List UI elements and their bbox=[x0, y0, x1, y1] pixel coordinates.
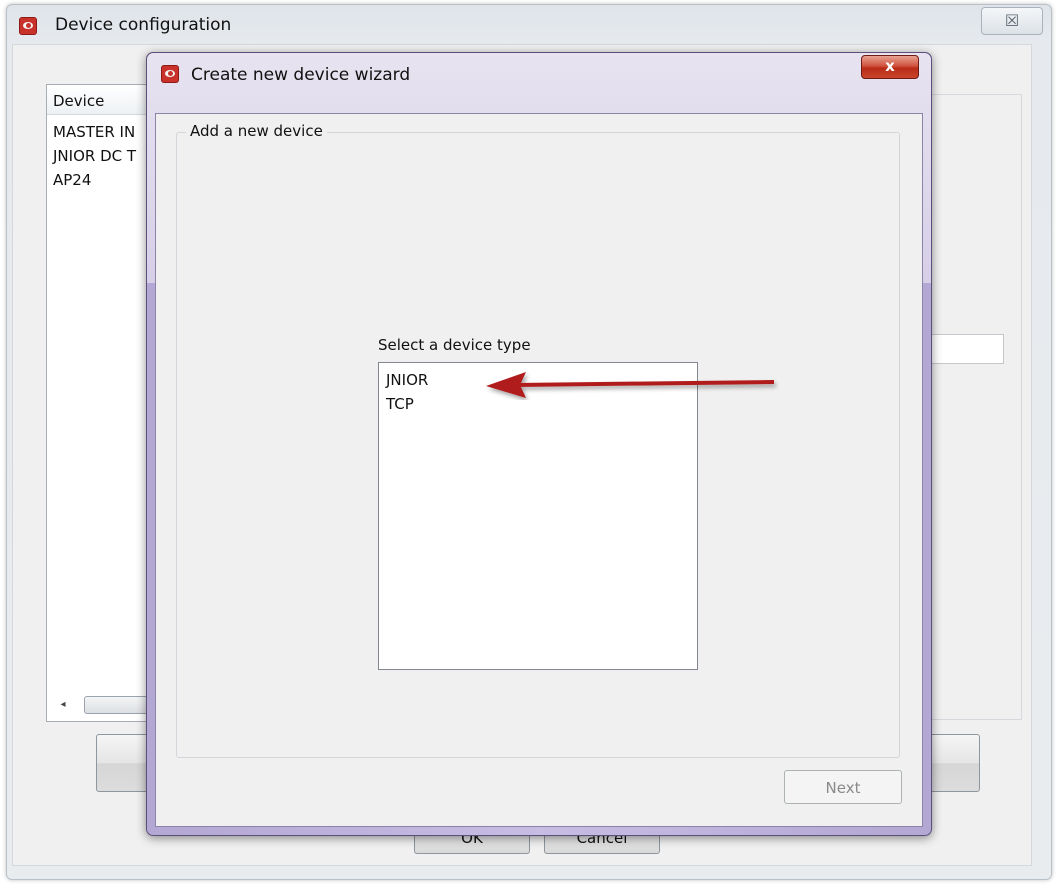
device-type-label: Select a device type bbox=[378, 336, 531, 354]
wizard-client-area: Add a new device Select a device type JN… bbox=[155, 113, 923, 827]
device-row[interactable]: AP24 bbox=[53, 171, 91, 189]
outer-titlebar: Device configuration ☒ bbox=[7, 5, 1051, 45]
outer-window-title: Device configuration bbox=[55, 15, 232, 35]
device-type-item-jnior[interactable]: JNIOR bbox=[386, 371, 428, 389]
wizard-title: Create new device wizard bbox=[191, 65, 411, 85]
horizontal-scroll-thumb[interactable] bbox=[84, 696, 154, 714]
device-type-item-tcp[interactable]: TCP bbox=[386, 395, 414, 413]
outer-close-button[interactable]: ☒ bbox=[981, 7, 1043, 35]
device-column-header[interactable]: Device bbox=[53, 92, 104, 110]
next-button[interactable]: Next bbox=[784, 770, 902, 804]
details-panel bbox=[920, 94, 1022, 720]
app-logo-icon bbox=[19, 17, 37, 35]
device-row[interactable]: JNIOR DC T bbox=[53, 147, 136, 165]
wizard-close-button[interactable]: x bbox=[861, 55, 919, 79]
scroll-left-arrow-icon[interactable]: ◂ bbox=[52, 696, 74, 714]
group-label: Add a new device bbox=[186, 122, 327, 140]
device-row[interactable]: MASTER IN bbox=[53, 123, 135, 141]
create-device-wizard-dialog: Create new device wizard x Add a new dev… bbox=[146, 52, 932, 836]
wizard-app-logo-icon bbox=[161, 65, 179, 83]
annotation-arrow bbox=[486, 372, 775, 398]
details-field[interactable] bbox=[920, 334, 1004, 364]
device-type-list[interactable]: JNIOR TCP bbox=[378, 362, 698, 670]
